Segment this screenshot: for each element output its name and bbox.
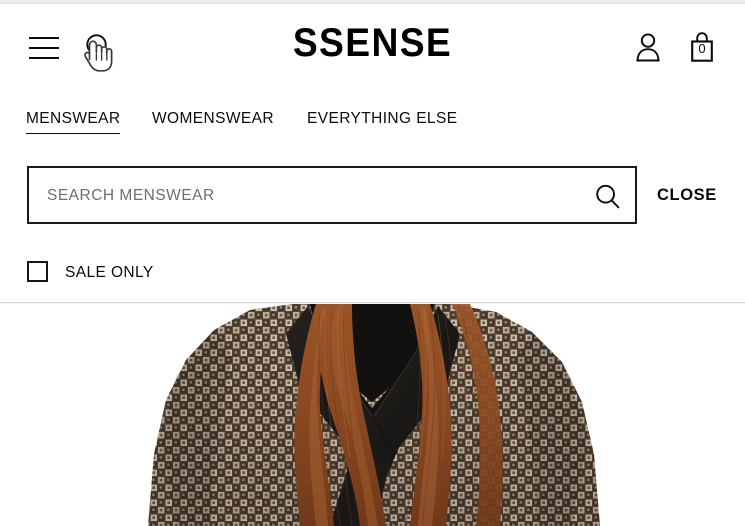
search-box[interactable] [27,166,637,224]
ssense-logo[interactable]: SSENSE [26,20,719,66]
tab-womenswear[interactable]: WOMENSWEAR [152,108,274,130]
tab-menswear[interactable]: MENSWEAR [26,108,121,134]
product-photo [0,304,745,526]
account-glyph [636,33,660,62]
browser-top-strip [0,0,745,4]
search-submit-button[interactable] [593,182,623,212]
product-image-area[interactable] [0,304,745,526]
category-tabs: MENSWEAR WOMENSWEAR EVERYTHING ELSE [0,108,745,138]
sale-only-checkbox[interactable] [27,261,48,282]
bag-item-count: 0 [698,41,706,56]
close-search-button[interactable]: CLOSE [657,185,717,205]
search-input[interactable] [45,168,569,224]
account-person-icon[interactable] [634,32,662,62]
ssense-search-overlay-page: SSENSE 0 MENSWEAR WOMENSWEAR EVERYTHING … [0,0,745,526]
sale-only-label[interactable]: SALE ONLY [65,263,154,282]
site-header: SSENSE 0 [0,5,745,94]
tab-everything-else[interactable]: EVERYTHING ELSE [307,108,457,130]
search-magnifier-icon [596,184,620,209]
